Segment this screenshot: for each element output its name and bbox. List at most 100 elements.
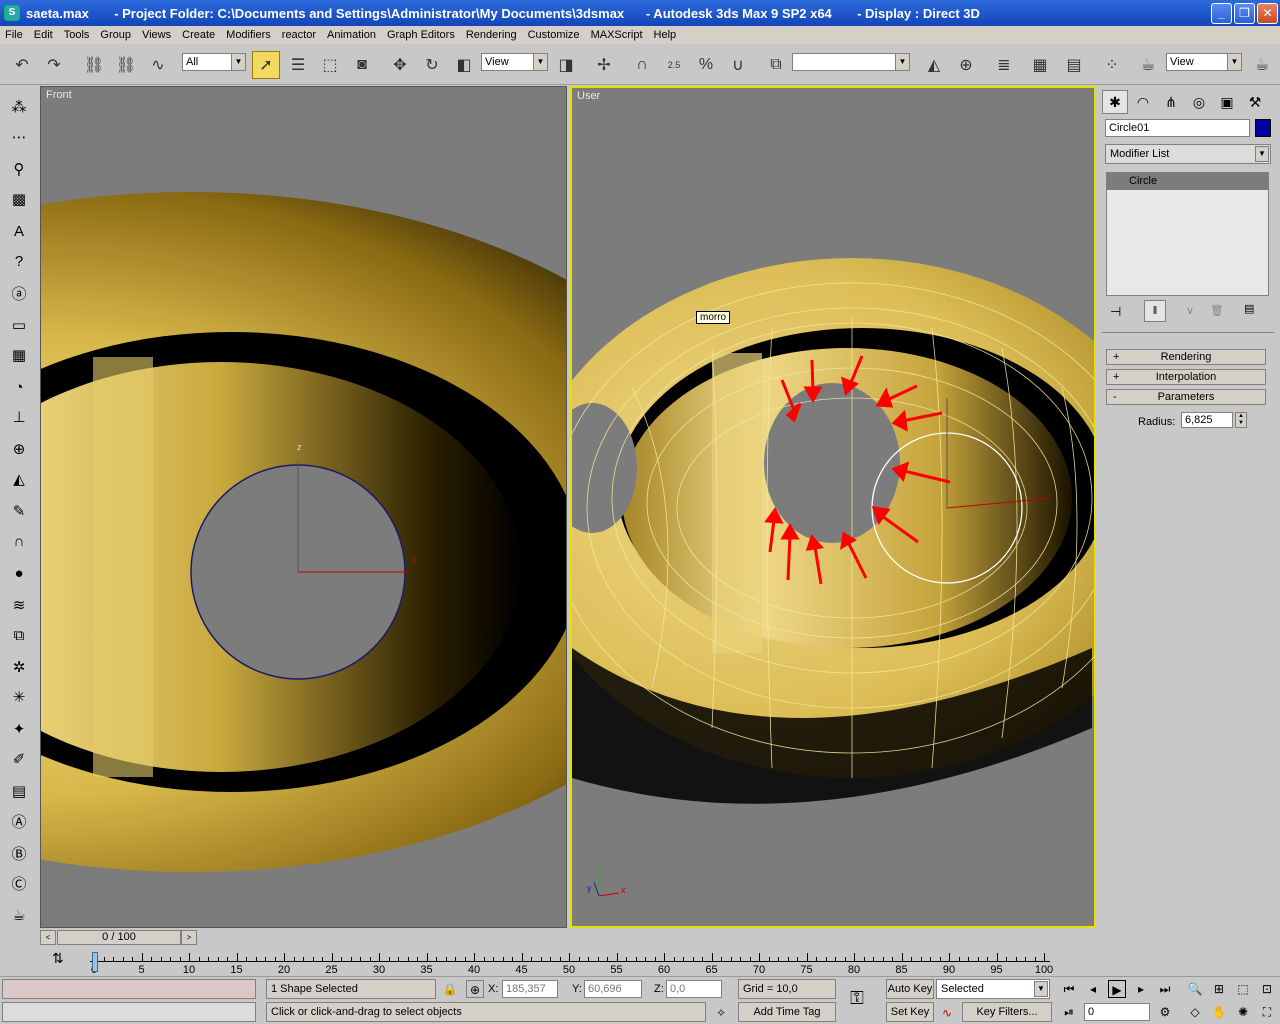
pan-icon[interactable]: ✋ bbox=[1210, 1003, 1228, 1021]
render-setup-icon[interactable]: ☕ bbox=[1134, 51, 1162, 79]
teapot-b-icon[interactable]: Ⓑ bbox=[6, 840, 32, 866]
named-selection-select[interactable]: ▼ bbox=[792, 53, 910, 71]
text-icon[interactable]: A bbox=[6, 218, 32, 244]
edit-named-selection-icon[interactable]: ⧉ bbox=[762, 51, 790, 79]
make-unique-icon[interactable]: ∨ bbox=[1186, 304, 1194, 317]
select-and-link-icon[interactable]: ⛓ bbox=[80, 51, 108, 79]
select-by-name-icon[interactable]: ☰ bbox=[284, 51, 312, 79]
key-filters-button[interactable]: Key Filters... bbox=[962, 1002, 1052, 1022]
configure-sets-icon[interactable]: ▤ bbox=[1244, 302, 1254, 315]
front-viewport[interactable]: Front z x bbox=[40, 86, 567, 928]
zoom-extents-icon[interactable]: ⬚ bbox=[1234, 980, 1252, 998]
brush-icon[interactable]: ✎ bbox=[6, 498, 32, 524]
add-time-tag-button[interactable]: Add Time Tag bbox=[738, 1002, 836, 1022]
grid-table-icon[interactable]: ▦ bbox=[6, 342, 32, 368]
go-to-start-icon[interactable]: ⏮ bbox=[1060, 980, 1078, 998]
rollout-rendering[interactable]: + Rendering bbox=[1106, 349, 1266, 365]
pencil-icon[interactable]: ✐ bbox=[6, 746, 32, 772]
menu-rendering[interactable]: Rendering bbox=[461, 29, 523, 41]
x-coordinate-field[interactable]: 185,357 bbox=[502, 980, 558, 998]
abc-spline-icon[interactable]: ⓐ bbox=[6, 280, 32, 306]
teapot-c-icon[interactable]: Ⓒ bbox=[6, 870, 32, 896]
layer-manager-icon[interactable]: ≣ bbox=[990, 51, 1018, 79]
select-and-move-icon[interactable]: ✥ bbox=[386, 51, 414, 79]
menu-help[interactable]: Help bbox=[649, 29, 683, 41]
radius-input[interactable]: 6,825 bbox=[1181, 412, 1233, 428]
lock-selection-icon[interactable]: 🔒 bbox=[441, 980, 459, 998]
mirror-tool-icon[interactable]: ◭ bbox=[6, 466, 32, 492]
y-coordinate-field[interactable]: 60,696 bbox=[584, 980, 642, 998]
field-of-view-icon[interactable]: ◇ bbox=[1186, 1003, 1204, 1021]
trackbar-toggle-icon[interactable]: ⇅ bbox=[52, 950, 64, 967]
maxscript-output[interactable] bbox=[2, 1002, 256, 1022]
reference-coordinate-select[interactable]: View ▼ bbox=[481, 53, 548, 71]
select-and-manipulate-icon[interactable]: ✢ bbox=[590, 51, 618, 79]
object-color-swatch[interactable] bbox=[1255, 119, 1271, 137]
rollout-parameters[interactable]: - Parameters bbox=[1106, 389, 1266, 405]
auto-key-button[interactable]: Auto Key bbox=[886, 979, 934, 999]
link-tool-icon[interactable]: ⧉ bbox=[6, 622, 32, 648]
select-and-scale-icon[interactable]: ◧ bbox=[450, 51, 478, 79]
spinner-snap-icon[interactable]: ∪ bbox=[724, 51, 752, 79]
help-box-icon[interactable]: ? bbox=[6, 248, 32, 274]
select-object-icon[interactable]: ➚ bbox=[252, 51, 280, 79]
modifier-list-select[interactable]: Modifier List ▼ bbox=[1105, 144, 1271, 164]
utilities-tab-icon[interactable]: ⚒ bbox=[1242, 90, 1268, 114]
zoom-all-icon[interactable]: ⊞ bbox=[1210, 980, 1228, 998]
play-icon[interactable]: ▶ bbox=[1108, 980, 1126, 998]
current-frame-marker[interactable] bbox=[92, 952, 98, 972]
magnet-icon[interactable]: ∩ bbox=[6, 528, 32, 554]
zoom-extents-all-icon[interactable]: ⊡ bbox=[1258, 980, 1276, 998]
menu-animation[interactable]: Animation bbox=[322, 29, 382, 41]
maximize-viewport-icon[interactable]: ⛶ bbox=[1258, 1003, 1276, 1021]
menu-views[interactable]: Views bbox=[137, 29, 177, 41]
viewport-label-front[interactable]: Front bbox=[46, 89, 72, 101]
set-key-button[interactable]: Set Key bbox=[886, 1002, 934, 1022]
fractal-icon[interactable]: ✲ bbox=[6, 654, 32, 680]
menu-create[interactable]: Create bbox=[177, 29, 221, 41]
create-tab-icon[interactable]: ✱ bbox=[1102, 90, 1128, 114]
menu-tools[interactable]: Tools bbox=[59, 29, 96, 41]
snap-toggle-icon[interactable]: ∩ bbox=[628, 51, 656, 79]
particle-system-icon[interactable]: ⁂ bbox=[6, 94, 32, 120]
render-view-select[interactable]: View ▼ bbox=[1166, 53, 1242, 71]
teapot-a-icon[interactable]: Ⓐ bbox=[6, 808, 32, 834]
go-to-end-icon[interactable]: ⏭ bbox=[1156, 980, 1174, 998]
time-next-button[interactable]: > bbox=[181, 930, 197, 945]
undo-icon[interactable]: ↶ bbox=[8, 51, 36, 79]
menu-customize[interactable]: Customize bbox=[523, 29, 586, 41]
z-coordinate-field[interactable]: 0,0 bbox=[666, 980, 722, 998]
wand-icon[interactable]: ✦ bbox=[6, 716, 32, 742]
schematic-view-icon[interactable]: ▤ bbox=[1060, 51, 1088, 79]
gauge-icon[interactable]: ◔ bbox=[6, 374, 32, 400]
sphere-icon[interactable]: ● bbox=[6, 560, 32, 586]
bones-icon[interactable]: ⚲ bbox=[6, 156, 32, 182]
modifier-stack[interactable]: Circle bbox=[1106, 172, 1269, 296]
show-end-result-icon[interactable]: ‖ bbox=[1144, 300, 1166, 322]
modify-tab-icon[interactable]: ◠ bbox=[1130, 90, 1156, 114]
absolute-mode-icon[interactable]: ⊕ bbox=[466, 980, 484, 998]
orbit-icon[interactable]: ✺ bbox=[1234, 1003, 1252, 1021]
percent-snap-icon[interactable]: % bbox=[692, 51, 720, 79]
radius-spinner[interactable]: ▲ ▼ bbox=[1235, 412, 1247, 428]
curve-icon[interactable]: ∿ bbox=[938, 1004, 956, 1022]
pin-stack-icon[interactable]: ⊣ bbox=[1110, 304, 1121, 320]
mirror-icon[interactable]: ◭ bbox=[920, 51, 948, 79]
menu-maxscript[interactable]: MAXScript bbox=[586, 29, 649, 41]
zoom-icon[interactable]: 🔍 bbox=[1186, 980, 1204, 998]
maximize-button[interactable]: ❐ bbox=[1234, 2, 1255, 24]
redo-icon[interactable]: ↷ bbox=[40, 51, 68, 79]
track-bar[interactable]: ⇅ 05101520253035404550556065707580859095… bbox=[40, 946, 1096, 976]
menu-file[interactable]: File bbox=[0, 29, 29, 41]
key-mode-select[interactable]: Selected ▼ bbox=[936, 979, 1050, 999]
align-icon[interactable]: ⊕ bbox=[952, 51, 980, 79]
menu-edit[interactable]: Edit bbox=[29, 29, 59, 41]
motion-tab-icon[interactable]: ◎ bbox=[1186, 90, 1212, 114]
menu-group[interactable]: Group bbox=[95, 29, 137, 41]
maxscript-listener[interactable] bbox=[2, 979, 256, 999]
ruler-tool-icon[interactable]: ▤ bbox=[6, 778, 32, 804]
key-icon[interactable]: ⚿ bbox=[848, 989, 866, 1007]
rollout-interpolation[interactable]: + Interpolation bbox=[1106, 369, 1266, 385]
quick-render-icon[interactable]: ☕ bbox=[1248, 51, 1276, 79]
key-mode-toggle-icon[interactable]: ⏯ bbox=[1060, 1003, 1078, 1021]
